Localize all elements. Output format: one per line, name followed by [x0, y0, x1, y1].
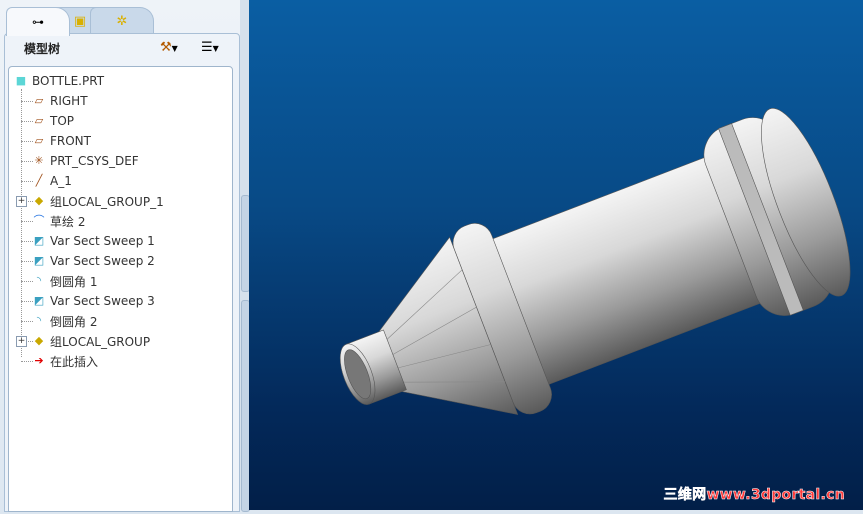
settings-button[interactable]: ⚒▼: [160, 40, 178, 55]
tree-item[interactable]: ■ BOTTLE.PRT: [13, 71, 104, 91]
tree-item-label: FRONT: [50, 134, 91, 148]
tree-item[interactable]: ▱ TOP: [31, 111, 74, 131]
tree-item[interactable]: ◝ 倒圆角 1: [31, 271, 98, 291]
datum-plane-icon: ▱: [34, 94, 44, 107]
expand-toggle[interactable]: +: [16, 196, 27, 207]
folders-icon: ▣: [73, 13, 87, 29]
insert-here-arrow-icon: ➔: [34, 354, 44, 367]
axis-icon: ╱: [35, 174, 43, 187]
tree-item-label: Var Sect Sweep 1: [50, 234, 155, 248]
datum-plane-icon: ▱: [34, 114, 44, 127]
tree-item[interactable]: ▱ FRONT: [31, 131, 91, 151]
tree-item-label: BOTTLE.PRT: [32, 74, 105, 88]
sweep-icon: ◩: [33, 254, 45, 267]
navigator-panel: ⊶ ▣ ✲ 模型树 ⚒▼ ☰▼ ■ BOTTLE.PRT ▱ RIGHT ▱ TOP ▱ FR…: [0, 0, 240, 512]
tree-item-label: PRT_CSYS_DEF: [50, 154, 139, 168]
tree-item[interactable]: ⌒ 草绘 2: [31, 211, 86, 231]
tree-item-label: 组LOCAL_GROUP: [50, 334, 151, 349]
tree-item[interactable]: ◩ Var Sect Sweep 1: [31, 231, 155, 251]
tree-item[interactable]: ◆ 组LOCAL_GROUP: [31, 331, 150, 351]
expand-toggle[interactable]: +: [16, 336, 27, 347]
tree-item[interactable]: ➔ 在此插入: [31, 351, 98, 371]
csys-icon: ✳: [34, 154, 44, 167]
round-icon: ◝: [36, 314, 42, 327]
tree-item-label: RIGHT: [50, 94, 88, 108]
tree-item-label: 倒圆角 1: [50, 274, 98, 289]
tree-item-label: 组LOCAL_GROUP_1: [50, 194, 164, 209]
tree-item[interactable]: ◩ Var Sect Sweep 2: [31, 251, 155, 271]
tree-item-label: 草绘 2: [50, 214, 86, 229]
tab-favorites[interactable]: ✲: [90, 7, 154, 34]
settings-tools-icon: ⚒: [160, 40, 172, 55]
watermark: 三维网www.3dportal.cn: [663, 487, 845, 504]
tree-item[interactable]: ◩ Var Sect Sweep 3: [31, 291, 155, 311]
sweep-icon: ◩: [33, 234, 45, 247]
tree-item[interactable]: ✳ PRT_CSYS_DEF: [31, 151, 139, 171]
sweep-icon: ◩: [33, 294, 45, 307]
group-icon: ◆: [34, 194, 44, 207]
datum-plane-icon: ▱: [34, 134, 44, 147]
part-icon: ■: [15, 74, 27, 87]
tree-item[interactable]: ◝ 倒圆角 2: [31, 311, 98, 331]
tree-item-label: Var Sect Sweep 3: [50, 294, 155, 308]
bottle-model: [339, 108, 851, 415]
tree-item-label: 倒圆角 2: [50, 314, 98, 329]
tab-model-tree[interactable]: ⊶: [6, 7, 70, 36]
group-icon: ◆: [34, 334, 44, 347]
show-button[interactable]: ☰▼: [201, 40, 219, 55]
tree-item-label: TOP: [50, 114, 75, 128]
tree-line: [21, 89, 22, 357]
show-list-icon: ☰: [201, 40, 213, 55]
panel-title: 模型树: [24, 42, 61, 56]
tree-item[interactable]: ▱ RIGHT: [31, 91, 88, 111]
tree-item-label: A_1: [50, 174, 72, 188]
favorites-folder-icon: ✲: [116, 13, 128, 29]
sketch-icon: ⌒: [33, 214, 45, 227]
tree-item-label: 在此插入: [50, 354, 99, 369]
tree-item[interactable]: ╱ A_1: [31, 171, 72, 191]
tree-item[interactable]: ◆ 组LOCAL_GROUP_1: [31, 191, 164, 211]
graphics-viewport[interactable]: 三维网www.3dportal.cn: [249, 0, 863, 510]
tree-icon: ⊶: [32, 15, 44, 29]
tree-item-label: Var Sect Sweep 2: [50, 254, 155, 268]
round-icon: ◝: [36, 274, 42, 287]
model-tree: ■ BOTTLE.PRT ▱ RIGHT ▱ TOP ▱ FRONT ✳ PRT_CSYS_DEF…: [8, 66, 233, 512]
